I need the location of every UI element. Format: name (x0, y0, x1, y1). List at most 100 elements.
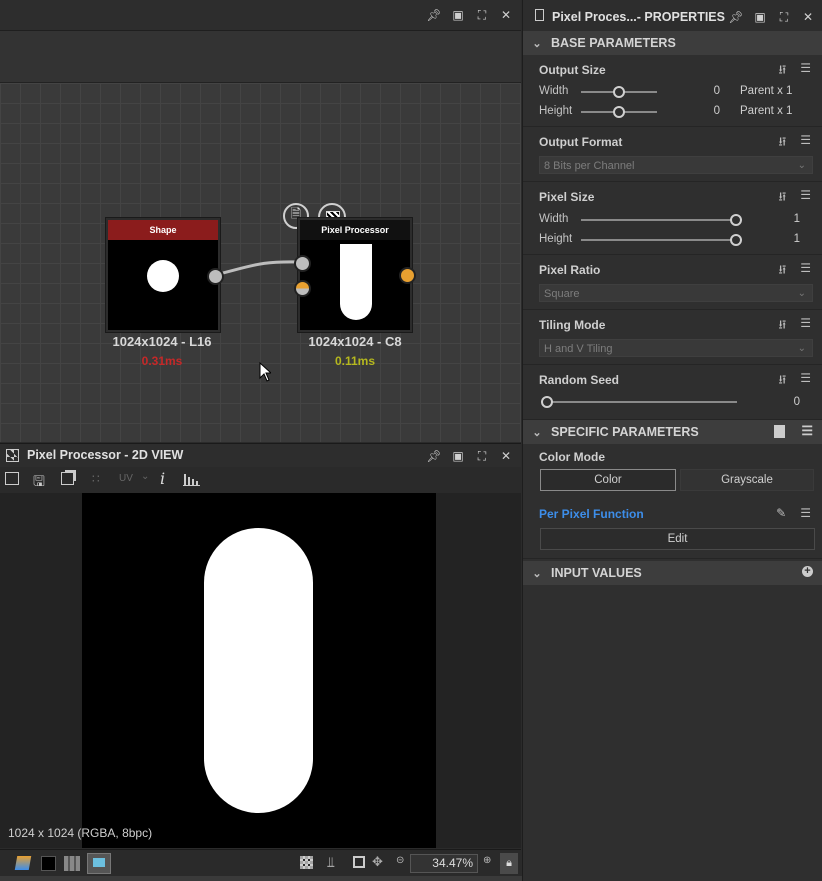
output-port[interactable] (399, 267, 416, 284)
grid-icon[interactable] (300, 856, 313, 869)
pin-icon[interactable]: 📌︎ (728, 10, 743, 24)
maximize-icon[interactable]: ⛶ (475, 449, 489, 463)
restore-icon[interactable]: ▣ (753, 10, 767, 24)
node-resolution: 1024x1024 - C8 (308, 334, 402, 349)
inherit-icon[interactable]: ⭿ (779, 188, 787, 209)
height-value[interactable]: 1 (773, 233, 800, 245)
inherit-icon[interactable]: ⭿ (779, 371, 787, 392)
param-label: Pixel Ratio (539, 263, 601, 277)
input-port[interactable] (294, 255, 311, 272)
menu-icon[interactable]: ☰ (800, 506, 811, 520)
inherit-icon[interactable]: ⭿ (779, 61, 787, 82)
color-mode-color-button[interactable]: Color (540, 469, 676, 491)
view-viewport[interactable]: 1024 x 1024 (RGBA, 8bpc) (0, 493, 521, 848)
slider-knob[interactable] (541, 396, 553, 408)
width-slider[interactable] (581, 219, 737, 221)
menu-icon[interactable]: ☰ (800, 316, 811, 337)
graph-panel: 📌︎ ▣ ⛶ ✕ Shape 1024x1024 - L16 0.31ms 🗎︎… (0, 0, 521, 442)
slider-knob[interactable] (730, 214, 742, 226)
view-footer: ⫫ ✥ ⊝ 34.47% ⊕ 🔒︎ (0, 849, 521, 877)
menu-icon[interactable]: ☰ (800, 61, 811, 82)
seed-value[interactable]: 0 (773, 396, 800, 408)
zoom-in-icon[interactable]: ⊕ (483, 855, 491, 866)
height-slider[interactable] (581, 239, 737, 241)
layers-icon[interactable] (14, 856, 32, 870)
width-suffix[interactable]: Parent x 1 (740, 85, 792, 97)
copy-view-icon[interactable] (5, 472, 19, 485)
slider-knob[interactable] (613, 106, 625, 118)
inherit-icon[interactable]: ⭿ (779, 316, 787, 337)
display-icon[interactable] (87, 853, 111, 874)
zoom-field[interactable]: 34.47% (410, 854, 478, 873)
slider-knob[interactable] (613, 86, 625, 98)
select-value: H and V Tiling (544, 343, 613, 355)
tiling-mode-select[interactable]: H and V Tiling ⌄ (539, 339, 813, 357)
node-connection (214, 260, 303, 277)
black-bg-icon[interactable] (41, 856, 56, 871)
edit-button[interactable]: Edit (540, 528, 815, 550)
inherit-icon[interactable]: ⭿ (779, 133, 787, 154)
properties-header: Pixel Proces...- PROPERTIES 📌︎ ▣ ⛶ ✕ (523, 0, 822, 31)
width-value[interactable]: 0 (693, 85, 720, 97)
graph-panel-header: 📌︎ ▣ ⛶ ✕ (0, 0, 521, 31)
height-label: Height (539, 233, 573, 245)
graph-canvas[interactable]: Shape 1024x1024 - L16 0.31ms 🗎︎ Pixel Pr… (0, 83, 521, 442)
base-parameters-header[interactable]: ⌄ BASE PARAMETERS (523, 31, 822, 55)
info-icon[interactable]: i (160, 469, 165, 488)
edit-icon[interactable]: ✎ (776, 506, 786, 520)
output-port[interactable] (207, 268, 224, 285)
graph-toolbar (0, 31, 521, 83)
output-format-select[interactable]: 8 Bits per Channel ⌄ (539, 156, 813, 174)
pin-icon[interactable]: 📌︎ (426, 8, 441, 22)
height-suffix[interactable]: Parent x 1 (740, 105, 792, 117)
menu-icon[interactable]: ☰ (800, 188, 811, 209)
histogram-icon[interactable] (183, 472, 200, 486)
bookmark-icon[interactable] (774, 425, 785, 438)
seed-slider[interactable] (545, 401, 737, 403)
pixel-processor-node[interactable]: Pixel Processor (298, 218, 412, 332)
slider-knob[interactable] (730, 234, 742, 246)
menu-icon[interactable]: ☰ (800, 133, 811, 154)
per-pixel-function-group: Per Pixel Function ✎ ☰ Edit (523, 498, 822, 559)
maximize-icon[interactable]: ⛶ (475, 8, 489, 22)
width-value[interactable]: 1 (773, 213, 800, 225)
pin-icon[interactable]: 📌︎ (426, 449, 441, 463)
chevron-down-icon: ⌄ (532, 567, 542, 580)
per-pixel-function-link[interactable]: Per Pixel Function (539, 507, 644, 521)
channels-icon[interactable] (64, 856, 80, 871)
input-port[interactable] (294, 280, 311, 297)
close-icon[interactable]: ✕ (499, 449, 513, 463)
chevron-down-icon[interactable]: ⌄ (141, 471, 149, 482)
restore-icon[interactable]: ▣ (451, 8, 465, 22)
menu-icon[interactable]: ☰ (800, 371, 811, 392)
uv-dropdown[interactable]: UV (119, 473, 133, 484)
color-mode-grayscale-button[interactable]: Grayscale (680, 469, 814, 491)
zoom-out-icon[interactable]: ⊝ (396, 855, 404, 866)
inherit-icon[interactable]: ⭿ (779, 261, 787, 282)
document-icon (535, 9, 544, 21)
height-value[interactable]: 0 (693, 105, 720, 117)
shape-node[interactable]: Shape (106, 218, 220, 332)
chevron-down-icon: ⌄ (797, 343, 806, 354)
specific-parameters-header[interactable]: ⌄ SPECIFIC PARAMETERS ☰ (523, 420, 822, 444)
section-title: BASE PARAMETERS (551, 36, 676, 50)
save-icon[interactable]: 🖫︎ (33, 471, 45, 495)
copy-icon[interactable] (61, 472, 74, 485)
menu-icon[interactable]: ☰ (801, 423, 813, 439)
node-time: 0.31ms (141, 354, 183, 368)
restore-icon[interactable]: ▣ (451, 449, 465, 463)
move-icon[interactable]: ✥ (372, 854, 383, 870)
chevron-down-icon: ⌄ (797, 288, 806, 299)
close-icon[interactable]: ✕ (499, 8, 513, 22)
fit-icon[interactable] (353, 856, 365, 868)
output-size-group: Output Size ⭿ ☰ Width 0 Parent x 1 Height… (523, 55, 822, 127)
lock-icon[interactable]: 🔒︎ (500, 853, 518, 874)
add-icon[interactable]: + (802, 566, 813, 577)
maximize-icon[interactable]: ⛶ (777, 10, 791, 24)
pivot-icon[interactable]: ⫫ (327, 854, 335, 871)
menu-icon[interactable]: ☰ (800, 261, 811, 282)
input-values-header[interactable]: ⌄ INPUT VALUES + (523, 561, 822, 585)
properties-title: Pixel Proces...- PROPERTIES (552, 10, 725, 24)
pixel-ratio-select[interactable]: Square ⌄ (539, 284, 813, 302)
close-icon[interactable]: ✕ (801, 10, 815, 24)
